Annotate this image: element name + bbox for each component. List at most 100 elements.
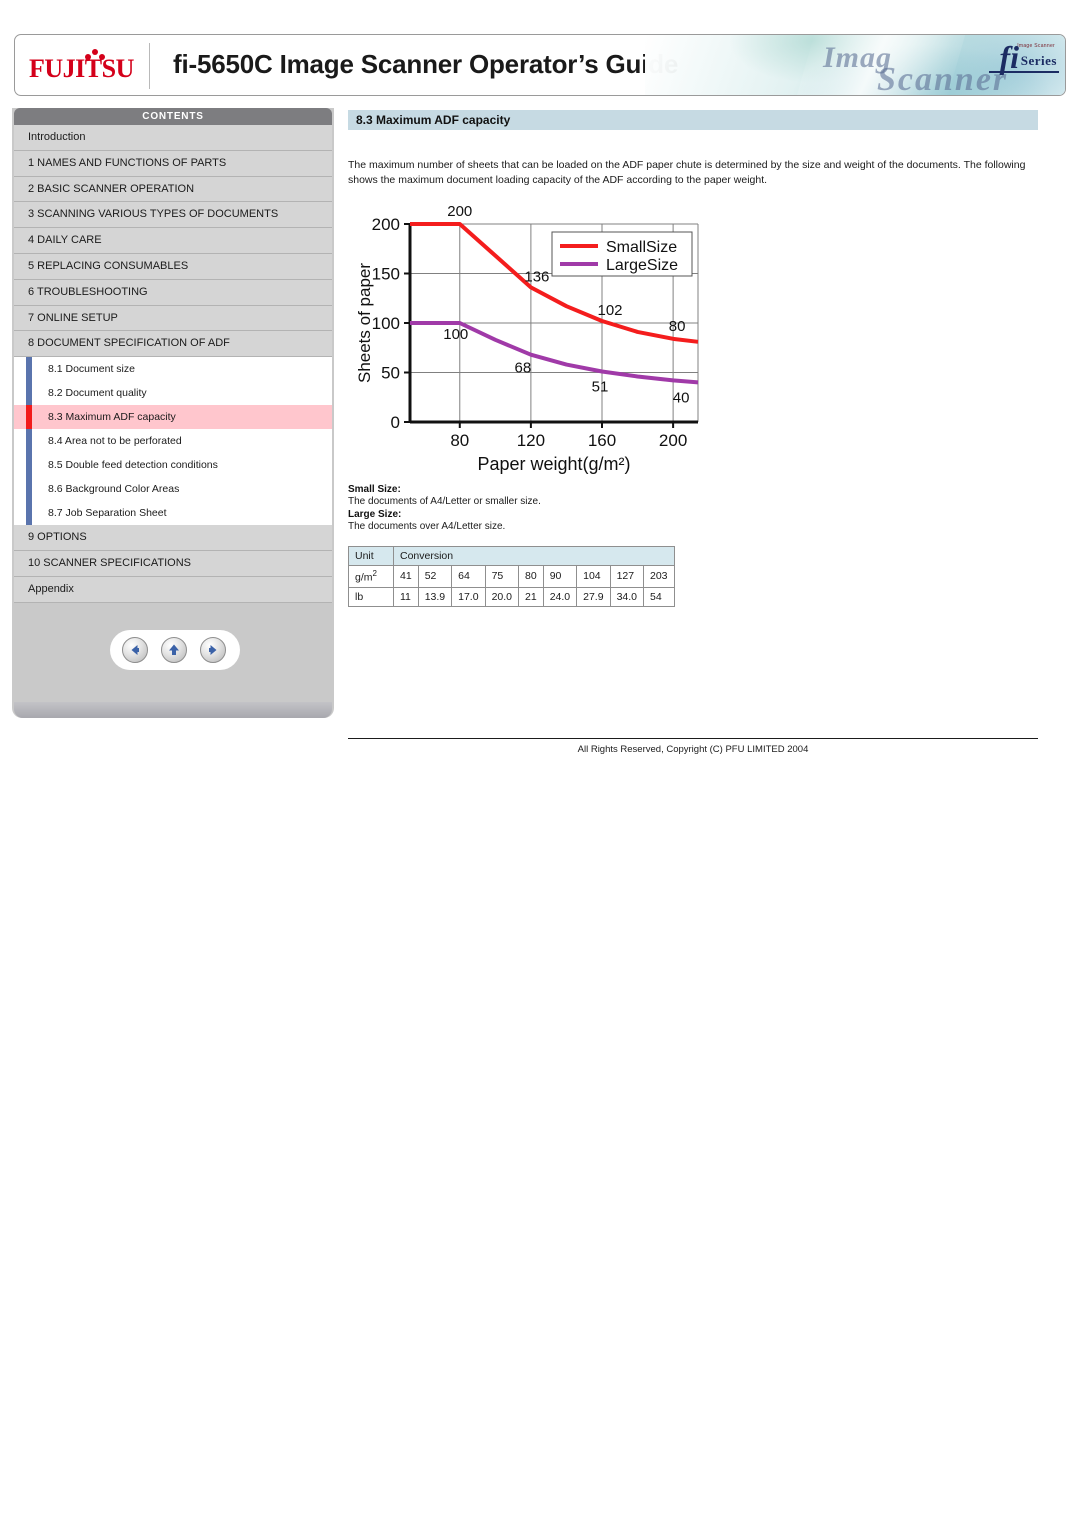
sidebar-inner: CONTENTS Introduction 1 NAMES AND FUNCTIO… xyxy=(14,108,332,611)
fi-series-banner-artwork: Imag Scanner Image Scanner fi Series xyxy=(645,35,1065,95)
sidebar-item-8-6-background-color-areas[interactable]: 8.6 Background Color Areas xyxy=(14,477,332,502)
sidebar-item-4-daily-care[interactable]: 4 DAILY CARE xyxy=(14,228,332,254)
banner-series-subtext: Image Scanner xyxy=(1017,43,1055,49)
app-header: FUJITSU fi-5650C Image Scanner Operator’… xyxy=(14,34,1066,96)
page-title: fi-5650C Image Scanner Operator’s Guide xyxy=(173,49,679,79)
chart-x-tick-label: 160 xyxy=(588,431,616,450)
arrow-left-icon xyxy=(131,645,139,655)
chart-y-tick-label: 150 xyxy=(372,265,400,284)
fujitsu-logo: FUJITSU xyxy=(29,43,137,89)
table-cell: 90 xyxy=(542,565,578,588)
chart-data-label: 200 xyxy=(447,203,472,220)
table-cell: 54 xyxy=(643,586,675,607)
chart-data-label: 51 xyxy=(592,379,609,396)
sidebar-item-6-troubleshooting[interactable]: 6 TROUBLESHOOTING xyxy=(14,279,332,306)
table-cell-unit-text: g/m xyxy=(355,571,373,584)
up-button[interactable] xyxy=(161,637,187,663)
table-header-conversion: Conversion xyxy=(393,546,675,566)
note-large-size: Large Size: The documents over A4/Letter… xyxy=(348,509,768,534)
series-logo-text: Series xyxy=(1020,53,1057,68)
chart-y-tick-label: 100 xyxy=(372,314,400,333)
sidebar-item-10-scanner-specifications[interactable]: 10 SCANNER SPECIFICATIONS xyxy=(14,550,332,577)
body-paragraph: The maximum number of sheets that can be… xyxy=(348,159,1026,186)
footer-divider xyxy=(348,738,1038,739)
forward-button[interactable] xyxy=(200,637,226,663)
sidebar-item-8-5-double-feed-detection-conditions[interactable]: 8.5 Double feed detection conditions xyxy=(14,453,332,478)
sidebar-item-1-names-and-functions-of-parts[interactable]: 1 NAMES AND FUNCTIONS OF PARTS xyxy=(14,150,332,177)
main-content: 8.3 Maximum ADF capacity The maximum num… xyxy=(348,110,1038,607)
sidebar-item-appendix[interactable]: Appendix xyxy=(14,576,332,603)
banner-script-scanner: Scanner xyxy=(877,61,1009,96)
chart-data-label: 100 xyxy=(443,326,468,343)
size-definition-notes: Small Size: The documents of A4/Letter o… xyxy=(348,484,768,534)
sidebar-item-introduction[interactable]: Introduction xyxy=(14,125,332,151)
sidebar-item-8-7-job-separation-sheet[interactable]: 8.7 Job Separation Sheet xyxy=(14,501,332,526)
sidebar-footer-bar xyxy=(14,702,332,718)
note-small-size-label: Small Size: xyxy=(348,484,401,495)
table-cell-unit-text: lb xyxy=(355,590,364,603)
sidebar-item-2-basic-scanner-operation[interactable]: 2 BASIC SCANNER OPERATION xyxy=(14,176,332,203)
table-cell: 11 xyxy=(393,586,419,607)
chart-legend-label: SmallSize xyxy=(606,239,677,256)
chart-svg: 0 50 100 150 200 80 120 160 200 Sheets of paper Pa… xyxy=(355,203,699,474)
sidebar-item-7-online-setup[interactable]: 7 ONLINE SETUP xyxy=(14,305,332,332)
arrow-right-icon xyxy=(209,645,217,655)
sidebar-item-label: Introduction xyxy=(28,131,86,143)
table-cell: 52 xyxy=(417,565,453,588)
table-cell: 13.9 xyxy=(417,586,453,607)
sidebar-active-marker xyxy=(26,405,32,429)
chart-y-tick-label: 50 xyxy=(381,364,400,383)
table-row: lb 11 13.9 17.0 20.0 21 24.0 27.9 34.0 54 xyxy=(348,586,675,607)
adf-capacity-chart: 0 50 100 150 200 80 120 160 200 Sheets of paper Pa… xyxy=(348,202,708,482)
sidebar-item-8-4-area-not-to-be-perforated[interactable]: 8.4 Area not to be perforated xyxy=(14,429,332,454)
sidebar-item-3-scanning-various-types-of-documents[interactable]: 3 SCANNING VARIOUS TYPES OF DOCUMENTS xyxy=(14,202,332,229)
table-cell-unit: lb xyxy=(348,586,394,607)
chart-data-label: 40 xyxy=(673,389,690,406)
table-cell: 20.0 xyxy=(484,586,520,607)
sidebar-item-label: 8.5 Double feed detection conditions xyxy=(48,459,218,472)
table-cell: 34.0 xyxy=(609,586,645,607)
sidebar-item-8-1-document-size[interactable]: 8.1 Document size xyxy=(14,357,332,382)
chart-y-tick-label: 0 xyxy=(391,413,400,432)
chart-data-label: 136 xyxy=(524,268,549,285)
chart-x-tick-label: 200 xyxy=(659,431,687,450)
table-cell-unit: g/m2 xyxy=(348,565,394,588)
chart-y-axis-title: Sheets of paper xyxy=(355,263,374,383)
sidebar-item-5-replacing-consumables[interactable]: 5 REPLACING CONSUMABLES xyxy=(14,253,332,280)
sidebar-item-label: 9 OPTIONS xyxy=(28,531,87,544)
chart-y-tick-label: 200 xyxy=(372,215,400,234)
note-large-size-text: The documents over A4/Letter size. xyxy=(348,521,506,532)
sidebar-item-label: 8.4 Area not to be perforated xyxy=(48,435,182,448)
sidebar-item-label: 8.6 Background Color Areas xyxy=(48,483,180,496)
table-cell-unit-superscript: 2 xyxy=(372,569,377,578)
contents-header: CONTENTS xyxy=(14,108,332,125)
sidebar-item-9-options[interactable]: 9 OPTIONS xyxy=(14,525,332,551)
sidebar-subsection-rail xyxy=(26,357,32,525)
sidebar-spacer xyxy=(14,602,332,611)
back-button[interactable] xyxy=(122,637,148,663)
sidebar-item-label: 6 TROUBLESHOOTING xyxy=(28,285,148,298)
table-cell: 41 xyxy=(393,565,419,588)
table-header-row: Unit Conversion xyxy=(348,546,675,566)
table-row: g/m2 41 52 64 75 80 90 104 127 203 xyxy=(348,565,675,588)
sidebar-item-8-3-maximum-adf-capacity[interactable]: 8.3 Maximum ADF capacity xyxy=(14,405,332,430)
chart-x-tick-label: 120 xyxy=(517,431,545,450)
chart-data-label: 80 xyxy=(669,318,686,335)
chart-data-label: 68 xyxy=(515,360,532,377)
fi-series-underline xyxy=(989,71,1059,73)
sidebar-item-label: 4 DAILY CARE xyxy=(28,234,102,247)
table-header-unit: Unit xyxy=(348,546,394,566)
table-cell: 127 xyxy=(609,565,645,588)
table-cell: 203 xyxy=(643,565,675,588)
note-small-size-text: The documents of A4/Letter or smaller si… xyxy=(348,496,541,507)
arrow-up-icon xyxy=(169,644,179,655)
chart-data-label: 102 xyxy=(597,302,622,319)
footer-copyright: All Rights Reserved, Copyright (C) PFU L… xyxy=(577,744,809,755)
sidebar-item-8-document-specification-of-adf[interactable]: 8 DOCUMENT SPECIFICATION OF ADF xyxy=(14,331,332,358)
sidebar-item-8-2-document-quality[interactable]: 8.2 Document quality xyxy=(14,381,332,406)
table-cell: 80 xyxy=(518,565,544,588)
table-cell: 27.9 xyxy=(576,586,611,607)
chart-legend-label: LargeSize xyxy=(606,257,678,274)
unit-conversion-table: Unit Conversion g/m2 41 52 64 75 80 90 104 127 203 l… xyxy=(348,546,675,607)
fujitsu-logo-text: FUJITSU xyxy=(29,54,134,83)
